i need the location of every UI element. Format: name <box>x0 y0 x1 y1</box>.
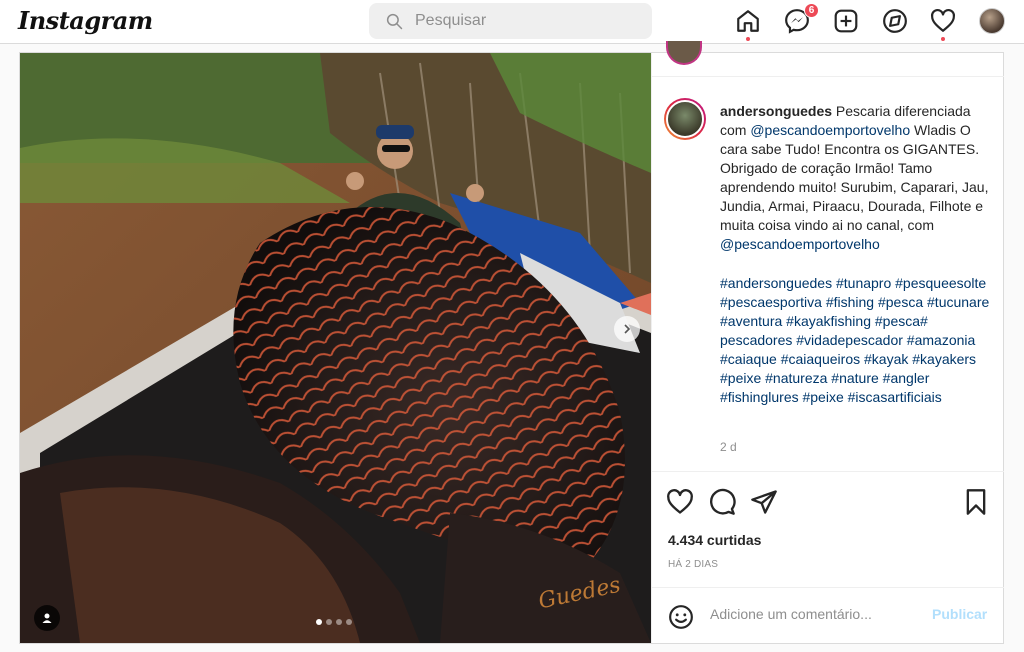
top-navigation-bar: Instagram 6 <box>0 0 1024 44</box>
carousel-dot <box>316 619 322 625</box>
search-box[interactable] <box>369 3 652 39</box>
publish-comment-button[interactable]: Publicar <box>932 606 987 622</box>
instagram-logo[interactable]: Instagram <box>18 6 153 35</box>
caption-age: 2 d <box>720 440 737 454</box>
caption-mention[interactable]: @pescandoemportovelho <box>750 122 910 138</box>
caption-username[interactable]: andersonguedes <box>720 103 832 119</box>
caption-hashtags[interactable]: #andersonguedes #tunapro #pesqueesolte #… <box>720 274 992 407</box>
caption-mention[interactable]: @pescandoemportovelho <box>720 236 880 252</box>
carousel-dot <box>346 619 352 625</box>
comment-input[interactable] <box>710 606 920 622</box>
chevron-right-icon <box>624 324 631 334</box>
share-send-icon[interactable] <box>750 488 778 516</box>
post-actions: 4.434 curtidas HÁ 2 DIAS <box>652 471 1004 581</box>
avatar <box>666 100 704 138</box>
messenger-icon[interactable]: 6 <box>783 3 819 35</box>
search-input[interactable] <box>415 12 615 30</box>
add-comment-bar: Publicar <box>652 587 1004 643</box>
comment-icon[interactable] <box>708 488 736 516</box>
explore-icon[interactable] <box>881 7 909 35</box>
post-photo[interactable]: Guedes <box>20 53 651 643</box>
search-icon <box>386 13 403 30</box>
home-icon[interactable] <box>734 7 762 41</box>
caption-avatar[interactable] <box>664 98 706 140</box>
carousel-next-button[interactable] <box>614 316 640 342</box>
carousel-indicator <box>316 619 352 625</box>
messages-badge: 6 <box>804 3 819 18</box>
emoji-icon[interactable] <box>668 604 694 630</box>
tagged-users-button[interactable] <box>34 605 60 631</box>
home-active-dot <box>746 37 750 41</box>
caption-text: Wladis O cara sabe Tudo! Encontra os GIG… <box>720 122 989 233</box>
user-icon <box>42 613 52 623</box>
like-heart-icon[interactable] <box>666 488 694 516</box>
save-bookmark-icon[interactable] <box>962 488 990 516</box>
post-date: HÁ 2 DIAS <box>668 559 719 570</box>
carousel-dot <box>326 619 332 625</box>
avatar[interactable] <box>666 41 702 65</box>
new-post-icon[interactable] <box>832 7 860 35</box>
post-dialog: Guedes andersonguedes Pescaria diferenci… <box>19 41 1004 644</box>
previous-comment-row <box>652 41 1004 77</box>
activity-heart-icon[interactable] <box>929 7 957 41</box>
post-side-panel: andersonguedes Pescaria diferenciada com… <box>651 41 1004 643</box>
post-photo-image <box>20 53 651 643</box>
likes-count[interactable]: 4.434 curtidas <box>668 532 761 548</box>
post-caption: andersonguedes Pescaria diferenciada com… <box>720 102 992 254</box>
carousel-dot <box>336 619 342 625</box>
avatar <box>979 8 1005 34</box>
profile-avatar[interactable] <box>978 7 1006 35</box>
activity-dot <box>941 37 945 41</box>
